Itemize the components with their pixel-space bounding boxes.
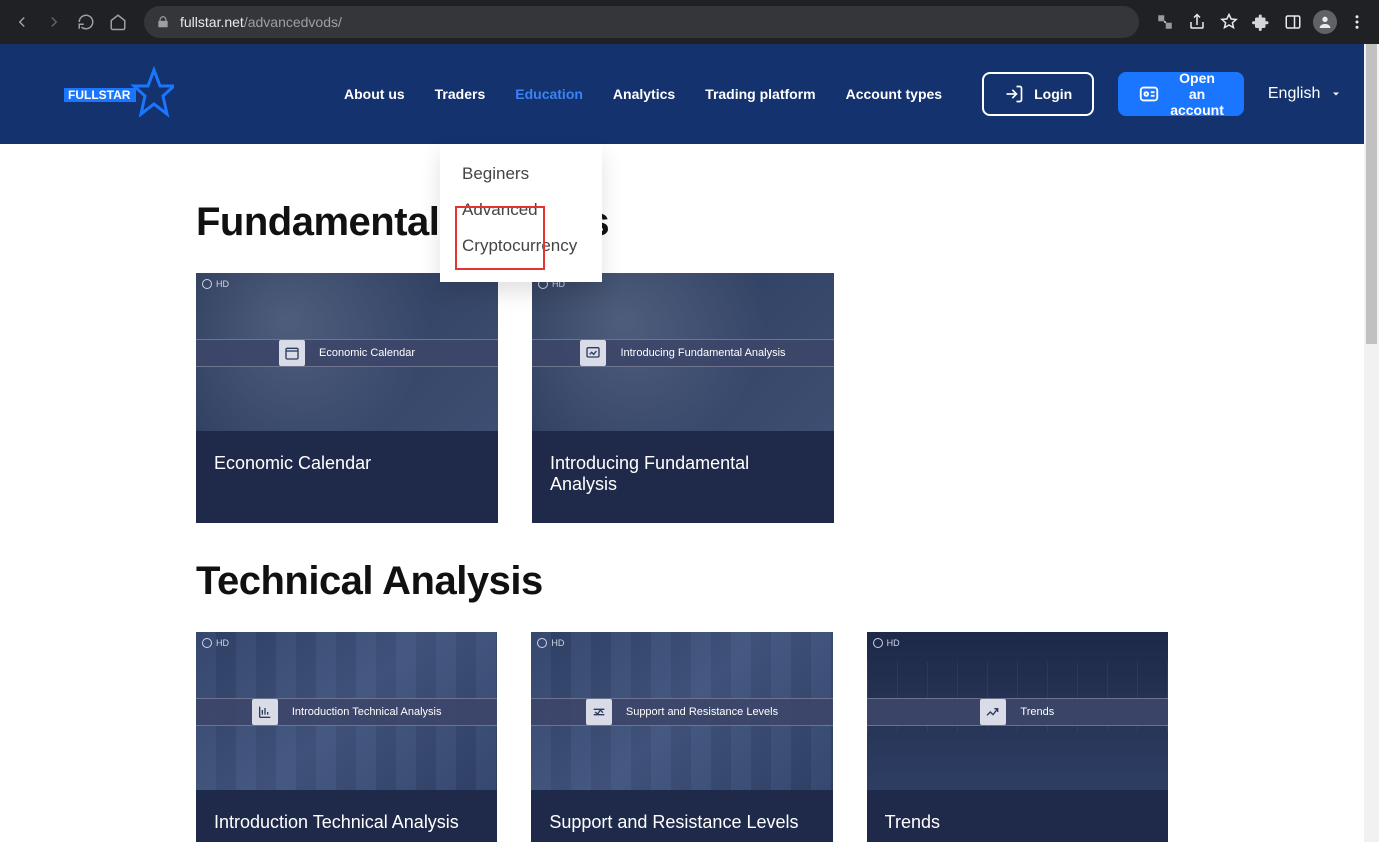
open-account-icon — [1138, 83, 1160, 105]
card-introducing-fundamental[interactable]: HD Introducing Fundamental Analysis Intr… — [532, 273, 834, 523]
address-bar[interactable]: fullstar.net/advancedvods/ — [144, 6, 1139, 38]
section-title-fundamental: Fundamental Analysis — [196, 200, 1168, 245]
forward-button[interactable] — [40, 8, 68, 36]
login-label: Login — [1034, 86, 1072, 102]
login-button[interactable]: Login — [982, 72, 1094, 116]
language-selector[interactable]: English — [1268, 85, 1342, 103]
card-thumb: HD Introducing Fundamental Analysis — [532, 273, 834, 431]
dropdown-item-cryptocurrency[interactable]: Cryptocurrency — [440, 228, 602, 264]
chevron-down-icon — [1330, 88, 1342, 100]
nav-trading-platform[interactable]: Trading platform — [705, 86, 815, 102]
url-text: fullstar.net/advancedvods/ — [180, 14, 342, 30]
scrollbar-track[interactable] — [1364, 44, 1379, 842]
nav-analytics[interactable]: Analytics — [613, 86, 675, 102]
education-dropdown: Beginers Advanced Cryptocurrency — [440, 144, 602, 282]
share-icon[interactable] — [1183, 8, 1211, 36]
reload-button[interactable] — [72, 8, 100, 36]
language-label: English — [1268, 85, 1320, 103]
home-button[interactable] — [104, 8, 132, 36]
viewport: FULLSTAR About us Traders Education Anal… — [0, 44, 1379, 842]
scrollbar-thumb[interactable] — [1366, 44, 1377, 344]
menu-kebab-icon[interactable] — [1343, 8, 1371, 36]
main-nav: About us Traders Education Analytics Tra… — [344, 86, 942, 102]
card-row-fundamental: HD Economic Calendar Economic Calendar — [196, 273, 1168, 523]
card-title: Introducing Fundamental Analysis — [532, 431, 834, 523]
nav-account-types[interactable]: Account types — [846, 86, 942, 102]
card-row-technical: HD Introduction Technical Analysis Intro… — [196, 632, 1168, 842]
card-thumb: HD Support and Resistance Levels — [531, 632, 832, 790]
trend-icon — [980, 699, 1006, 725]
dropdown-item-beginners[interactable]: Beginers — [440, 156, 602, 192]
nav-traders[interactable]: Traders — [435, 86, 486, 102]
open-account-button[interactable]: Open an account — [1118, 72, 1244, 116]
login-icon — [1004, 84, 1024, 104]
site-header: FULLSTAR About us Traders Education Anal… — [0, 44, 1364, 144]
nav-education[interactable]: Education — [515, 86, 583, 102]
header-actions: Login Open an account English — [982, 72, 1342, 116]
card-thumb: HD Trends — [867, 632, 1168, 790]
nav-about-us[interactable]: About us — [344, 86, 405, 102]
open-account-label: Open an account — [1170, 70, 1224, 118]
card-thumb: HD Economic Calendar — [196, 273, 498, 431]
lock-icon — [156, 15, 170, 29]
section-title-technical: Technical Analysis — [196, 559, 1168, 604]
card-title: Introduction Technical Analysis — [196, 790, 497, 842]
chart-icon — [252, 699, 278, 725]
bookmark-star-icon[interactable] — [1215, 8, 1243, 36]
calendar-icon — [279, 340, 305, 366]
dropdown-item-advanced[interactable]: Advanced — [440, 192, 602, 228]
card-economic-calendar[interactable]: HD Economic Calendar Economic Calendar — [196, 273, 498, 523]
panel-icon[interactable] — [1279, 8, 1307, 36]
main-content: Fundamental Analysis HD Economic Calenda… — [0, 144, 1364, 842]
svg-text:FULLSTAR: FULLSTAR — [68, 88, 131, 102]
levels-icon — [586, 699, 612, 725]
card-support-resistance[interactable]: HD Support and Resistance Levels Support… — [531, 632, 832, 842]
card-thumb: HD Introduction Technical Analysis — [196, 632, 497, 790]
card-title: Support and Resistance Levels — [531, 790, 832, 842]
analysis-icon — [580, 340, 606, 366]
translate-icon[interactable] — [1151, 8, 1179, 36]
card-intro-technical[interactable]: HD Introduction Technical Analysis Intro… — [196, 632, 497, 842]
profile-avatar[interactable] — [1311, 8, 1339, 36]
site-logo[interactable]: FULLSTAR — [64, 66, 174, 122]
page: FULLSTAR About us Traders Education Anal… — [0, 44, 1364, 842]
extensions-icon[interactable] — [1247, 8, 1275, 36]
browser-toolbar: fullstar.net/advancedvods/ — [0, 0, 1379, 44]
card-trends[interactable]: HD Trends Trends — [867, 632, 1168, 842]
card-title: Economic Calendar — [196, 431, 498, 502]
card-title: Trends — [867, 790, 1168, 842]
back-button[interactable] — [8, 8, 36, 36]
